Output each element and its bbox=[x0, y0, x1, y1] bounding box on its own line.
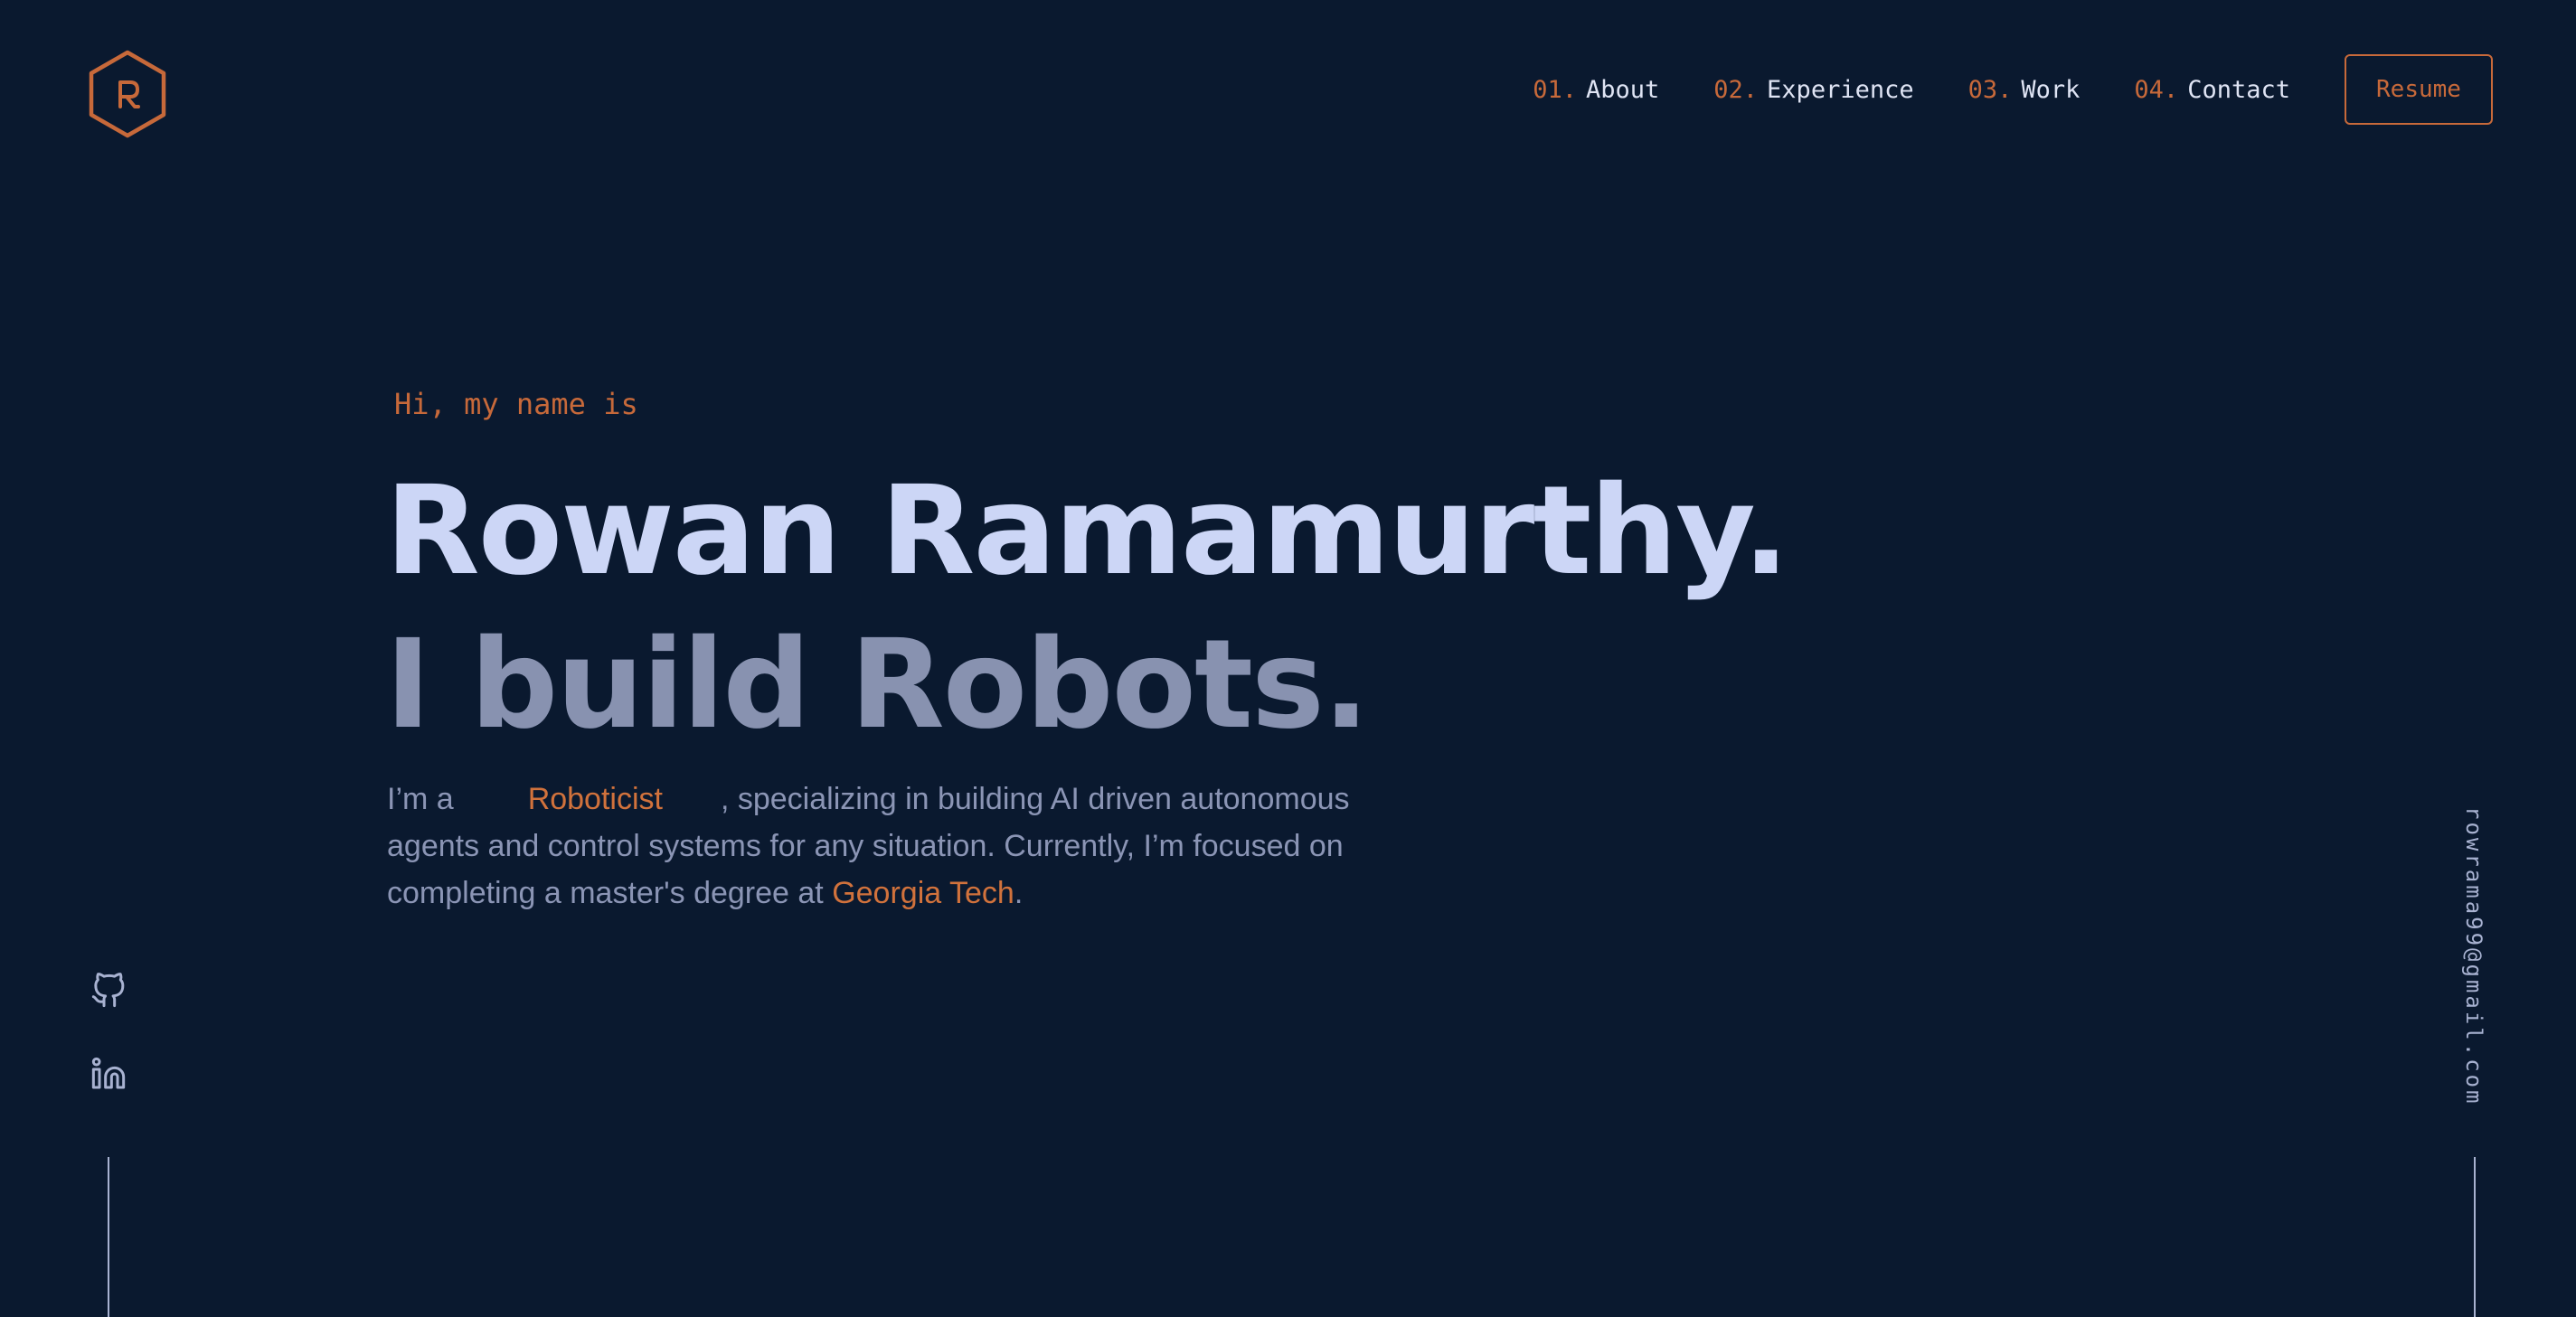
nav-label: Work bbox=[2021, 75, 2081, 104]
nav-item-experience[interactable]: 02. Experience bbox=[1713, 76, 1913, 104]
left-divider-line bbox=[108, 1157, 109, 1317]
role-text: Roboticist bbox=[527, 782, 663, 816]
linkedin-icon[interactable] bbox=[87, 1052, 130, 1096]
nav-label: Contact bbox=[2187, 75, 2290, 104]
nav-number: 03. bbox=[1967, 75, 2013, 104]
resume-button[interactable]: Resume bbox=[2345, 54, 2493, 125]
hero-tagline: I build Robots. bbox=[385, 614, 1370, 757]
github-icon[interactable] bbox=[87, 969, 130, 1012]
hexagon-logo-icon bbox=[89, 50, 166, 138]
nav-label: Experience bbox=[1767, 75, 1914, 104]
nav-item-work[interactable]: 03. Work bbox=[1968, 76, 2081, 104]
nav-number: 02. bbox=[1713, 75, 1759, 104]
email-link[interactable]: rowrama99@gmail.com bbox=[2461, 806, 2486, 1106]
nav-item-contact[interactable]: 04. Contact bbox=[2134, 76, 2290, 104]
desc-prefix: I’m a bbox=[387, 782, 454, 816]
nav-number: 04. bbox=[2134, 75, 2179, 104]
nav-item-about[interactable]: 01. About bbox=[1533, 76, 1659, 104]
school-link[interactable]: Georgia Tech bbox=[832, 876, 1014, 910]
desc-suffix: . bbox=[1014, 876, 1024, 910]
hero-greeting: Hi, my name is bbox=[394, 387, 638, 421]
logo[interactable] bbox=[87, 49, 168, 139]
main-nav: 01. About 02. Experience 03. Work 04. Co… bbox=[1533, 54, 2493, 125]
nav-label: About bbox=[1585, 75, 1660, 104]
hero-description: I’m a Roboticist, specializing in buildin… bbox=[387, 776, 1382, 917]
right-divider-line bbox=[2474, 1157, 2476, 1317]
hero-name: Rowan Ramamurthy. bbox=[385, 460, 1789, 603]
social-links bbox=[87, 969, 130, 1135]
nav-number: 01. bbox=[1533, 75, 1577, 104]
